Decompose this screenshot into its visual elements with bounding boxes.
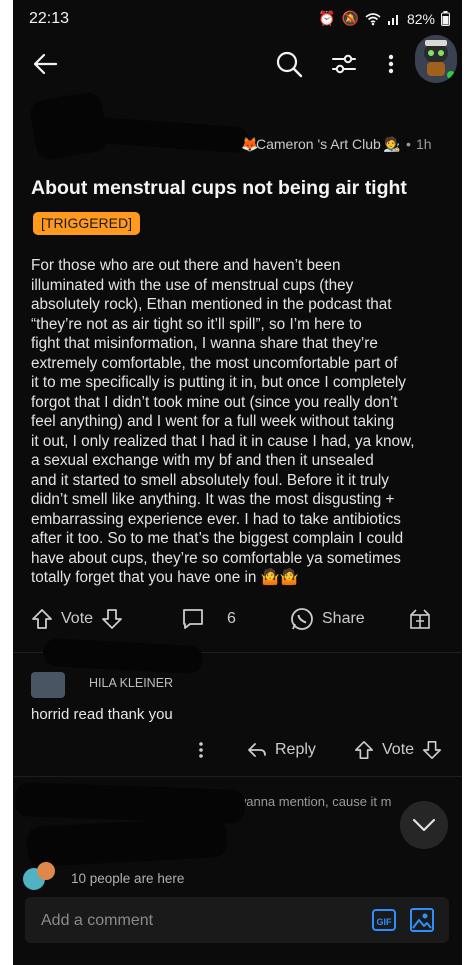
reply-arrow-icon bbox=[247, 743, 266, 757]
club-badge-emoji: 🧑‍🎨 bbox=[383, 136, 401, 152]
signal-icon bbox=[387, 14, 398, 25]
app-screen: 22:13 ⏰ 🔕 82% 🦊 Cameron 's Art Clu bbox=[13, 0, 462, 965]
post-body-line: For those who are out there and haven’t … bbox=[31, 257, 341, 274]
post-body-line: it out, I only realized that I had it in… bbox=[31, 432, 415, 450]
post-body-line: feel anything) and I went for a full wee… bbox=[31, 413, 395, 430]
vertical-dots-icon bbox=[388, 54, 394, 74]
post-body-line: embarrassing experience ever. I had to t… bbox=[31, 510, 401, 528]
sliders-icon bbox=[332, 54, 356, 74]
post-body-line: fight that misinformation, I wanna share… bbox=[31, 335, 378, 352]
upvote-icon[interactable] bbox=[354, 740, 374, 760]
share-label: Share bbox=[322, 610, 365, 627]
status-icons: ⏰ 🔕 82% bbox=[318, 10, 450, 27]
more-button[interactable] bbox=[381, 50, 401, 78]
comment-author[interactable]: HILA KLEINER bbox=[89, 676, 173, 690]
post-body-line: illuminated with the use of menstrual cu… bbox=[31, 276, 354, 294]
back-button[interactable] bbox=[31, 50, 59, 78]
post-age: 1h bbox=[416, 136, 432, 152]
search-button[interactable] bbox=[275, 50, 303, 78]
comment-count: 6 bbox=[227, 610, 236, 627]
post-body-line: forgot that I didn’t took mine out (sinc… bbox=[31, 393, 398, 411]
comments-button[interactable]: 6 bbox=[181, 604, 236, 634]
club-name[interactable]: Cameron 's Art Club bbox=[256, 136, 381, 152]
image-icon bbox=[410, 908, 434, 932]
share-button[interactable]: Share bbox=[290, 604, 365, 634]
comment-input[interactable] bbox=[39, 909, 343, 933]
downvote-icon[interactable] bbox=[101, 608, 123, 630]
wifi-icon bbox=[365, 12, 381, 25]
post-body-line: it to me specifically is putting it in, … bbox=[31, 374, 406, 391]
redaction-scribble bbox=[42, 637, 204, 675]
filter-button[interactable] bbox=[330, 50, 358, 78]
gift-icon bbox=[410, 609, 430, 629]
search-icon bbox=[276, 51, 303, 78]
vote-label: Vote bbox=[61, 610, 94, 627]
redaction-scribble bbox=[26, 816, 228, 868]
mute-icon: 🔕 bbox=[341, 10, 359, 26]
post-flair[interactable]: [TRIGGERED] bbox=[33, 212, 141, 235]
comment-text: horrid read thank you bbox=[31, 706, 173, 723]
post-body-line: a sexual exchange with my bf and then it… bbox=[31, 452, 374, 469]
presence-text: 10 people are here bbox=[71, 870, 185, 886]
arrow-left-icon bbox=[33, 53, 58, 75]
whatsapp-icon bbox=[291, 608, 313, 630]
comment-vote-control: Vote bbox=[354, 738, 442, 762]
separator-dot: • bbox=[406, 136, 411, 152]
award-button[interactable] bbox=[409, 604, 431, 634]
image-button[interactable] bbox=[409, 907, 435, 933]
post-title: About menstrual cups not being air tight bbox=[31, 177, 407, 199]
vote-label: Vote bbox=[382, 741, 415, 758]
post-body-line: extremely comfortable, the most uncomfor… bbox=[31, 354, 398, 372]
snoo-avatar-icon bbox=[415, 35, 457, 83]
vertical-dots-icon bbox=[199, 742, 203, 758]
reply-label: Reply bbox=[275, 741, 316, 758]
presence-avatars bbox=[23, 862, 63, 890]
post-body: For those who are out there and haven’t … bbox=[31, 256, 451, 588]
presence-indicator: 10 people are here bbox=[23, 862, 185, 890]
post-body-line: absolutely rock), Ethan mentioned in the… bbox=[31, 296, 392, 313]
post-body-line: totally forget that you have one in 🤷🤷 bbox=[31, 569, 299, 586]
battery-icon bbox=[441, 11, 450, 26]
reply-button[interactable]: Reply bbox=[247, 738, 316, 762]
divider bbox=[13, 776, 462, 777]
gif-button[interactable]: GIF bbox=[372, 909, 396, 931]
user-avatar-button[interactable] bbox=[415, 35, 457, 83]
redaction-scribble bbox=[88, 116, 250, 154]
comment-bubble-icon bbox=[183, 609, 203, 629]
post-body-line: didn’t smell like anything. It was the m… bbox=[31, 491, 395, 508]
alarm-icon: ⏰ bbox=[318, 10, 336, 26]
post-body-line: and it started to smell absolutely foul.… bbox=[31, 471, 389, 489]
post-body-line: after it too. So to me that’s the bigges… bbox=[31, 530, 404, 547]
battery-level: 82% bbox=[406, 10, 435, 27]
collapse-button[interactable] bbox=[400, 801, 448, 849]
post-meta: 🦊 Cameron 's Art Club 🧑‍🎨 • 1h bbox=[28, 90, 449, 162]
post-body-line: “they’re not as air tight so it’ll spill… bbox=[31, 315, 362, 333]
vote-control: Vote bbox=[31, 604, 123, 634]
comment-more-button[interactable] bbox=[197, 738, 205, 762]
upvote-icon[interactable] bbox=[31, 608, 53, 630]
comment-composer: GIF bbox=[25, 897, 449, 943]
chevron-down-icon bbox=[412, 818, 436, 832]
downvote-icon[interactable] bbox=[422, 740, 442, 760]
post-body-line: have about cups, they’re so comfortable … bbox=[31, 549, 401, 567]
commenter-avatar[interactable] bbox=[31, 672, 65, 698]
status-time: 22:13 bbox=[29, 10, 70, 27]
